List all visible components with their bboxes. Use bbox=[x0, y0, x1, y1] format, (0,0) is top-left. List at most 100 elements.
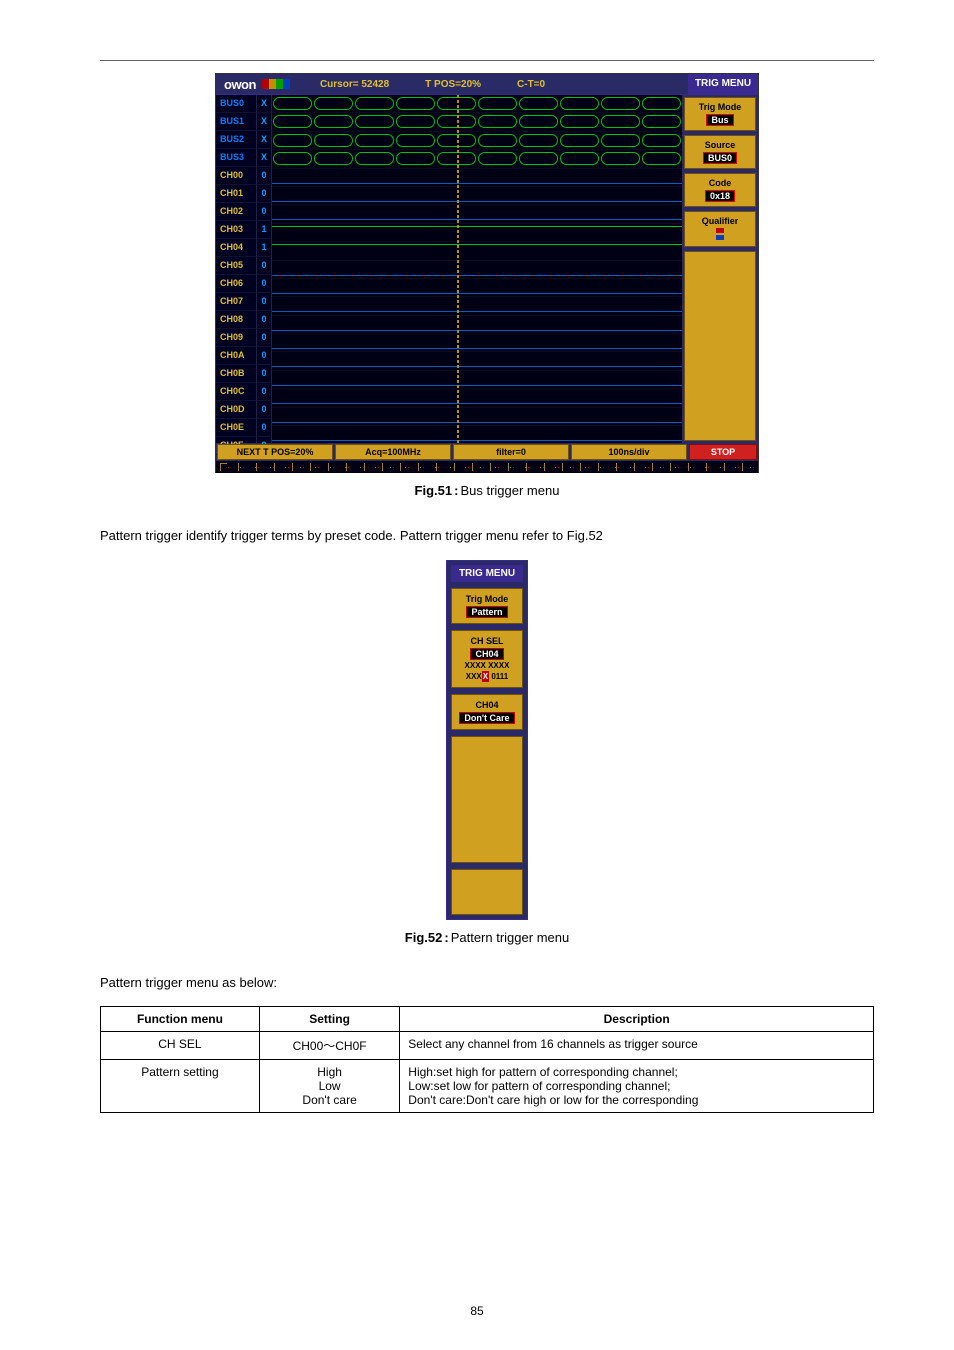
page-number: 85 bbox=[470, 1304, 483, 1318]
acq-rate: Acq=100MHz bbox=[335, 444, 451, 460]
logic-analyzer-screenshot: owon Cursor= 52428 T POS=20% C-T=0 TRIG … bbox=[215, 73, 759, 473]
cursor-value: Cursor= 52428 bbox=[320, 79, 389, 90]
pattern-paragraph: Pattern trigger identify trigger terms b… bbox=[100, 526, 874, 546]
pattern-menu-screenshot: TRIG MENU Trig Mode Pattern CH SEL CH04 … bbox=[446, 560, 528, 920]
pattern-trigger-table: Function menu Setting Description CH SEL… bbox=[100, 1006, 874, 1113]
trigger-mark bbox=[457, 95, 459, 443]
menu2-empty bbox=[451, 736, 523, 863]
menu2-chsel-value: CH04 bbox=[470, 648, 503, 660]
ch-label: CH0A bbox=[216, 347, 256, 365]
menu2-empty-bottom bbox=[451, 869, 523, 915]
ch-val: 0 bbox=[256, 383, 272, 401]
ch-val: 0 bbox=[256, 365, 272, 383]
menu2-trig-mode[interactable]: Trig Mode Pattern bbox=[451, 588, 523, 624]
la-top-info: Cursor= 52428 T POS=20% C-T=0 bbox=[320, 79, 688, 90]
ch-val: 0 bbox=[256, 203, 272, 221]
table-header-row: Function menu Setting Description bbox=[101, 1007, 874, 1032]
menu2-ch04[interactable]: CH04 Don't Care bbox=[451, 694, 523, 730]
source-label: Source bbox=[687, 140, 753, 150]
trig-menu-header: TRIG MENU bbox=[688, 74, 758, 94]
ch-val: X bbox=[256, 131, 272, 149]
ch-val: 0 bbox=[256, 311, 272, 329]
ch-label: CH01 bbox=[216, 185, 256, 203]
ch-val: 0 bbox=[256, 185, 272, 203]
overview-waveform bbox=[216, 461, 758, 473]
td-func: CH SEL bbox=[101, 1032, 260, 1060]
ch-label: BUS1 bbox=[216, 113, 256, 131]
qualifier-box[interactable]: Qualifier bbox=[684, 211, 756, 247]
ch-val: X bbox=[256, 113, 272, 131]
la-topbar: owon Cursor= 52428 T POS=20% C-T=0 TRIG … bbox=[216, 74, 758, 95]
ch-val: 0 bbox=[256, 419, 272, 437]
ch-label: CH06 bbox=[216, 275, 256, 293]
menu2-trig-mode-value: Pattern bbox=[466, 606, 507, 618]
menu2-pattern-line1: XXXX XXXX bbox=[454, 660, 520, 671]
menu2-pattern-line2: XXXX 0111 bbox=[454, 671, 520, 682]
menu2-chsel-label: CH SEL bbox=[454, 636, 520, 646]
th-function: Function menu bbox=[101, 1007, 260, 1032]
ch-val: 0 bbox=[256, 167, 272, 185]
code-value: 0x18 bbox=[705, 190, 735, 202]
ch-label: CH08 bbox=[216, 311, 256, 329]
owon-logo: owon bbox=[224, 77, 256, 92]
th-description: Description bbox=[400, 1007, 874, 1032]
fig-text: Bus trigger menu bbox=[460, 483, 559, 498]
ch-label: CH0C bbox=[216, 383, 256, 401]
ch-val: 0 bbox=[256, 401, 272, 419]
ch-label: CH05 bbox=[216, 257, 256, 275]
menu2-chsel[interactable]: CH SEL CH04 XXXX XXXX XXXX 0111 bbox=[451, 630, 523, 688]
fig-text: Pattern trigger menu bbox=[451, 930, 570, 945]
trig-mode-value: Bus bbox=[706, 114, 733, 126]
fig-51-caption: Fig.51:Bus trigger menu bbox=[100, 483, 874, 498]
code-label: Code bbox=[687, 178, 753, 188]
trig-mode-label: Trig Mode bbox=[687, 102, 753, 112]
source-value: BUS0 bbox=[703, 152, 737, 164]
source-box[interactable]: Source BUS0 bbox=[684, 135, 756, 169]
ch-val: 0 bbox=[256, 329, 272, 347]
ch-label: CH09 bbox=[216, 329, 256, 347]
td-desc: High:set high for pattern of correspondi… bbox=[400, 1060, 874, 1113]
ch-label: CH0D bbox=[216, 401, 256, 419]
ch-label: CH0B bbox=[216, 365, 256, 383]
ch-val: 0 bbox=[256, 275, 272, 293]
fig-number: Fig.52 bbox=[405, 930, 443, 945]
ch-val: 1 bbox=[256, 221, 272, 239]
ch-val: X bbox=[256, 95, 272, 113]
ch-label: BUS3 bbox=[216, 149, 256, 167]
time-div: 100ns/div bbox=[571, 444, 687, 460]
next-tpos: NEXT T POS=20% bbox=[217, 444, 333, 460]
la-right-menu: Trig Mode Bus Source BUS0 Code 0x18 Qual… bbox=[682, 95, 758, 443]
waveform-area bbox=[272, 95, 682, 443]
th-setting: Setting bbox=[259, 1007, 399, 1032]
ch-label: BUS2 bbox=[216, 131, 256, 149]
menu2-ch04-label: CH04 bbox=[454, 700, 520, 710]
td-func: Pattern setting bbox=[101, 1060, 260, 1113]
td-setting: High Low Don't care bbox=[259, 1060, 399, 1113]
fig-number: Fig.51 bbox=[415, 483, 453, 498]
fig-52-caption: Fig.52:Pattern trigger menu bbox=[100, 930, 874, 945]
code-box[interactable]: Code 0x18 bbox=[684, 173, 756, 207]
qualifier-icon bbox=[716, 228, 724, 240]
menu2-header: TRIG MENU bbox=[451, 565, 523, 582]
channel-values: X X X X 0 0 0 1 1 0 0 0 0 0 0 0 0 0 0 0 bbox=[256, 95, 272, 443]
channel-labels: BUS0 BUS1 BUS2 BUS3 CH00 CH01 CH02 CH03 … bbox=[216, 95, 256, 443]
ch-val: 1 bbox=[256, 239, 272, 257]
stop-button[interactable]: STOP bbox=[689, 444, 757, 460]
trig-mode-box[interactable]: Trig Mode Bus bbox=[684, 97, 756, 131]
ch-val: 0 bbox=[256, 257, 272, 275]
ch-label: CH0E bbox=[216, 419, 256, 437]
menu2-trig-mode-label: Trig Mode bbox=[454, 594, 520, 604]
ch-label: CH02 bbox=[216, 203, 256, 221]
tpos-value: T POS=20% bbox=[425, 79, 481, 90]
la-bottom-bar: NEXT T POS=20% Acq=100MHz filter=0 100ns… bbox=[216, 443, 758, 461]
ch-label: CH03 bbox=[216, 221, 256, 239]
filter-value: filter=0 bbox=[453, 444, 569, 460]
td-setting: CH00～CH0F bbox=[259, 1032, 399, 1060]
td-desc: Select any channel from 16 channels as t… bbox=[400, 1032, 874, 1060]
ch-label: CH00 bbox=[216, 167, 256, 185]
table-row: Pattern setting High Low Don't care High… bbox=[101, 1060, 874, 1113]
ch-val: X bbox=[256, 149, 272, 167]
qualifier-label: Qualifier bbox=[687, 216, 753, 226]
ch-val: 0 bbox=[256, 347, 272, 365]
ct-value: C-T=0 bbox=[517, 79, 545, 90]
